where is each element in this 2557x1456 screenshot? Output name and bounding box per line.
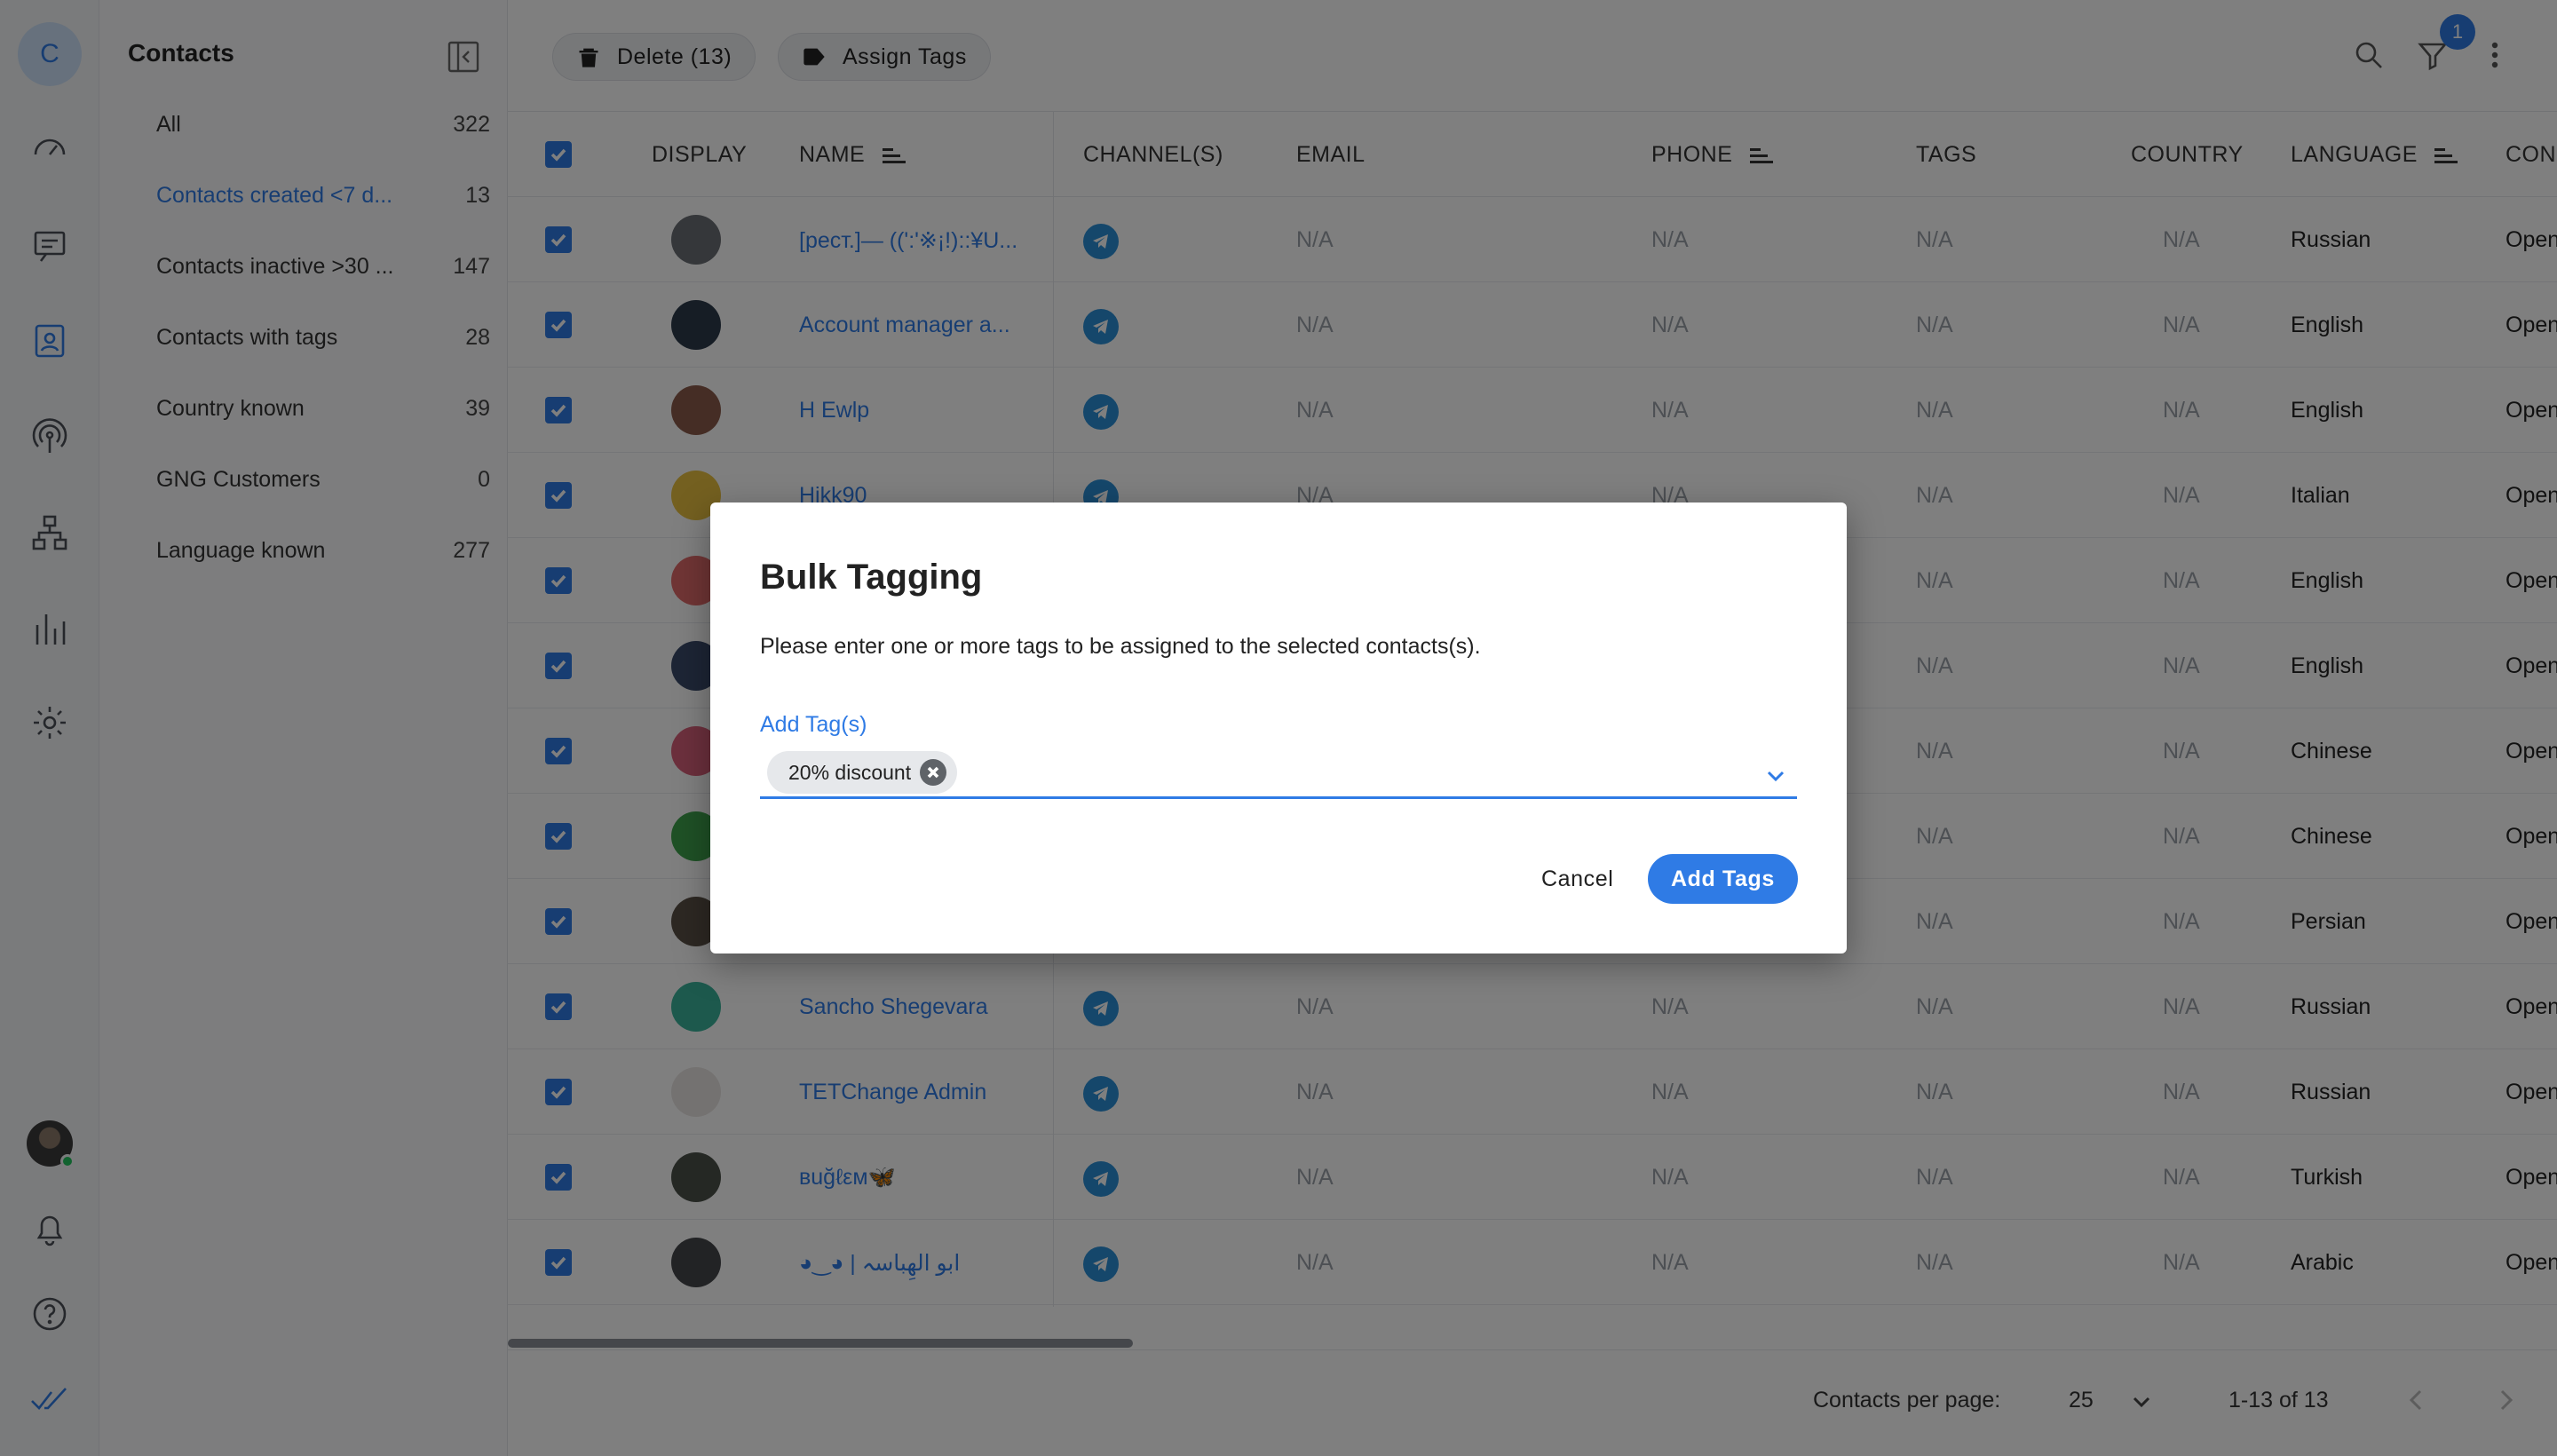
add-tags-button[interactable]: Add Tags <box>1648 854 1798 904</box>
add-tags-input[interactable]: 20% discount <box>760 746 1797 799</box>
add-tags-field-label: Add Tag(s) <box>760 712 867 737</box>
remove-chip-icon[interactable] <box>920 759 947 786</box>
dialog-description: Please enter one or more tags to be assi… <box>760 634 1481 659</box>
chevron-down-icon[interactable] <box>1763 764 1790 790</box>
cancel-button[interactable]: Cancel <box>1524 854 1631 904</box>
bulk-tagging-dialog: Bulk Tagging Please enter one or more ta… <box>710 502 1847 954</box>
dialog-title: Bulk Tagging <box>760 558 983 597</box>
tag-chip: 20% discount <box>767 751 958 794</box>
